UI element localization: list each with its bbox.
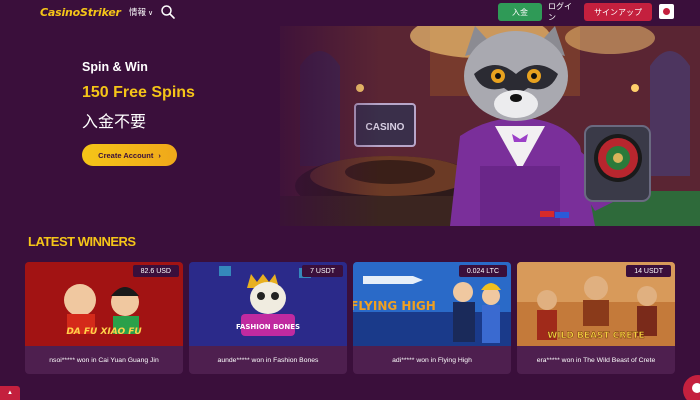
win-amount-badge: 0.024 LTC [458, 265, 507, 277]
info-dropdown[interactable]: 情報 ∨ [129, 6, 153, 18]
winners-list: DA FU XIAO FU 82.6 USD nsoi***** won in … [25, 262, 685, 374]
casino-logo[interactable]: CasinoStriker [40, 6, 121, 19]
hero-gradient-overlay [260, 26, 380, 226]
corner-tab-icon[interactable]: ▲ [0, 386, 20, 400]
signup-button[interactable]: サインアップ [584, 3, 652, 21]
chevron-down-icon: ∨ [148, 10, 154, 17]
chat-icon[interactable] [683, 375, 700, 400]
game-title-text: FASHION BONES [236, 323, 300, 331]
japan-flag-icon[interactable] [659, 4, 674, 19]
login-button[interactable]: ログイン [548, 2, 578, 22]
winner-caption: adi***** won in Flying High [392, 356, 472, 364]
win-amount-badge: 7 USDT [302, 265, 343, 277]
info-dropdown-label: 情報 [129, 7, 147, 17]
create-account-button[interactable]: Create Account › [82, 144, 177, 166]
hero-banner: CASINO Spin & Win 150 Free Spins 入金不要 Cr… [0, 26, 700, 226]
chevron-right-icon: › [158, 150, 161, 160]
hero-note: 入金不要 [82, 112, 147, 131]
winner-card[interactable]: FASHION BONES 7 USDT aunde***** won in F… [189, 262, 347, 374]
deposit-button[interactable]: 入金 [498, 3, 542, 21]
latest-winners-heading: LATEST WINNERS [28, 234, 136, 249]
winner-card[interactable]: FLYING HIGH 0.024 LTC adi***** won in Fl… [353, 262, 511, 374]
search-icon[interactable] [160, 4, 176, 20]
game-title-text: FLYING HIGH [353, 299, 436, 313]
top-navbar: CasinoStriker 情報 ∨ 入金 ログイン サインアップ [0, 0, 700, 26]
hero-subtitle: Spin & Win [82, 60, 148, 74]
winner-card[interactable]: DA FU XIAO FU 82.6 USD nsoi***** won in … [25, 262, 183, 374]
winner-caption: era***** won in The Wild Beast of Crete [536, 356, 656, 364]
win-amount-badge: 14 USDT [626, 265, 671, 277]
create-account-label: Create Account [98, 150, 154, 160]
win-amount-badge: 82.6 USD [132, 265, 179, 277]
winner-caption: nsoi***** won in Cai Yuan Guang Jin [49, 356, 159, 364]
winner-card[interactable]: WILD BEAST CRETE 14 USDT era***** won in… [517, 262, 675, 374]
winner-caption: aunde***** won in Fashion Bones [217, 356, 319, 364]
game-title-text: WILD BEAST CRETE [547, 331, 644, 341]
hero-title: 150 Free Spins [82, 84, 195, 101]
game-title-text: DA FU XIAO FU [66, 327, 142, 337]
